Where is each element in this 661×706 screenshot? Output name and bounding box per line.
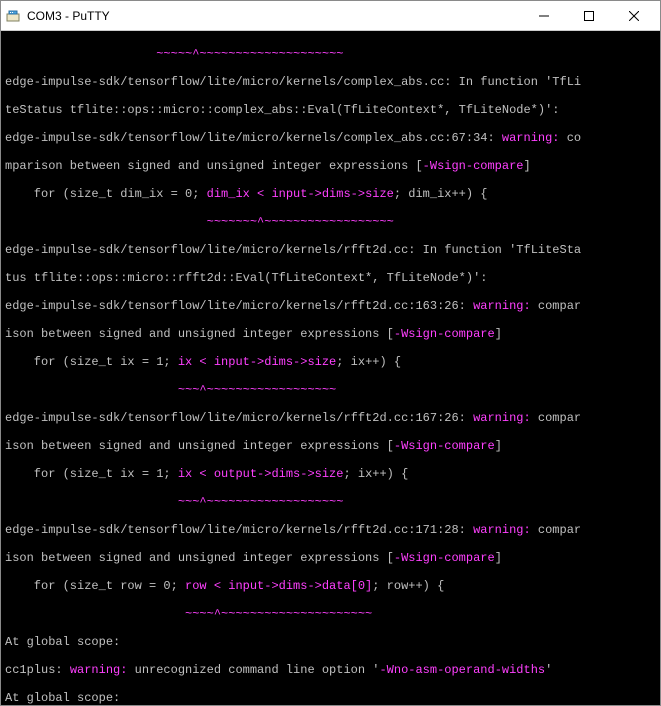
term-text: At global scope: <box>5 635 120 649</box>
term-path: edge-impulse-sdk/tensorflow/lite/micro/k… <box>5 131 495 145</box>
term-code: ; row++) { <box>372 579 444 593</box>
term-caret: ~~~~^~~~~~~~~~~~~~~~~~~~~~ <box>185 607 372 621</box>
term-text: compar <box>538 411 581 425</box>
term-warning: warning: <box>70 663 135 677</box>
term-text: ] <box>495 327 502 341</box>
term-func: tus tflite::ops::micro::rfft2d::Eval(TfL… <box>5 271 480 285</box>
term-text <box>5 47 156 61</box>
term-prog: cc1plus: <box>5 663 70 677</box>
term-flag: -Wsign-compare <box>394 439 495 453</box>
term-path: edge-impulse-sdk/tensorflow/lite/micro/k… <box>5 243 415 257</box>
term-text: unrecognized command line option ' <box>135 663 380 677</box>
term-text: In function <box>415 243 509 257</box>
term-expr: dim_ix < input->dims->size <box>207 187 394 201</box>
term-expr: row < input->dims->data[0] <box>185 579 372 593</box>
term-text: mparison between signed and unsigned int… <box>5 159 423 173</box>
term-text: 'TfLiteSta <box>509 243 581 257</box>
term-text <box>5 215 207 229</box>
term-path: edge-impulse-sdk/tensorflow/lite/micro/k… <box>5 523 466 537</box>
term-text: 'TfLi <box>545 75 581 89</box>
term-warning: warning: <box>473 523 538 537</box>
titlebar[interactable]: COM3 - PuTTY <box>1 1 660 31</box>
term-text: compar <box>538 299 581 313</box>
term-text: compar <box>538 523 581 537</box>
term-text <box>5 495 178 509</box>
term-text <box>495 131 502 145</box>
term-text <box>5 607 185 621</box>
term-text: : <box>480 271 487 285</box>
term-text <box>466 299 473 313</box>
term-text: : <box>552 103 559 117</box>
term-flag: -Wno-asm-operand-widths <box>379 663 545 677</box>
term-text: ' <box>545 663 552 677</box>
putty-icon <box>5 8 21 24</box>
term-text: ] <box>524 159 531 173</box>
term-code: for (size_t dim_ix = 0; <box>5 187 207 201</box>
term-text: ison between signed and unsigned integer… <box>5 327 394 341</box>
term-caret: ~~~~~^~~~~~~~~~~~~~~~~~~~~ <box>156 47 343 61</box>
term-text: co <box>567 131 581 145</box>
maximize-button[interactable] <box>566 1 611 30</box>
term-text <box>466 411 473 425</box>
close-button[interactable] <box>611 1 656 30</box>
term-flag: -Wsign-compare <box>423 159 524 173</box>
term-code: ; dim_ix++) { <box>394 187 488 201</box>
term-code: for (size_t ix = 1; <box>5 355 178 369</box>
terminal-pane[interactable]: ~~~~~^~~~~~~~~~~~~~~~~~~~~ edge-impulse-… <box>1 31 660 705</box>
term-warning: warning: <box>473 411 538 425</box>
term-path: edge-impulse-sdk/tensorflow/lite/micro/k… <box>5 299 466 313</box>
term-caret: ~~~^~~~~~~~~~~~~~~~~~~ <box>178 383 336 397</box>
term-code: for (size_t row = 0; <box>5 579 185 593</box>
term-code: ; ix++) { <box>336 355 401 369</box>
term-code: ; ix++) { <box>343 467 408 481</box>
term-caret: ~~~~~~~^~~~~~~~~~~~~~~~~~~ <box>207 215 394 229</box>
app-window: COM3 - PuTTY ~~~~~^~~~~~~~~~~~~~~~~~~~~ … <box>0 0 661 706</box>
term-text: At global scope: <box>5 691 120 705</box>
term-text: ison between signed and unsigned integer… <box>5 439 394 453</box>
minimize-button[interactable] <box>521 1 566 30</box>
window-title: COM3 - PuTTY <box>27 9 521 23</box>
term-caret: ~~~^~~~~~~~~~~~~~~~~~~~ <box>178 495 344 509</box>
term-expr: ix < input->dims->size <box>178 355 336 369</box>
term-path: edge-impulse-sdk/tensorflow/lite/micro/k… <box>5 411 466 425</box>
term-text: ] <box>495 551 502 565</box>
term-func: teStatus tflite::ops::micro::complex_abs… <box>5 103 552 117</box>
term-flag: -Wsign-compare <box>394 551 495 565</box>
term-text <box>5 383 178 397</box>
term-code: for (size_t ix = 1; <box>5 467 178 481</box>
term-text: ] <box>495 439 502 453</box>
term-flag: -Wsign-compare <box>394 327 495 341</box>
term-warning: warning: <box>502 131 567 145</box>
term-warning: warning: <box>473 299 538 313</box>
term-expr: ix < output->dims->size <box>178 467 344 481</box>
term-text <box>466 523 473 537</box>
term-path: edge-impulse-sdk/tensorflow/lite/micro/k… <box>5 75 451 89</box>
term-text: ison between signed and unsigned integer… <box>5 551 394 565</box>
term-text: In function <box>451 75 545 89</box>
